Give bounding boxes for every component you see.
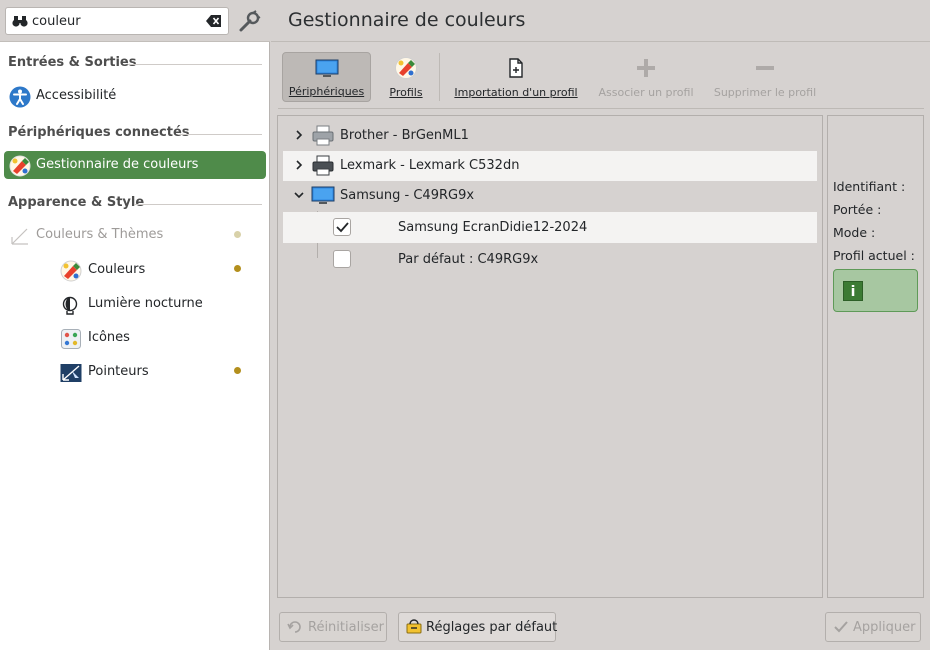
tab-label: Profils [389, 86, 423, 99]
colors-icon [60, 260, 82, 282]
sidebar-item-label: Lumière nocturne [88, 296, 203, 311]
device-tree[interactable]: Brother - BrGenML1 Lexmark - Lexmark C53… [277, 115, 823, 598]
undo-icon [287, 619, 303, 635]
plus-icon [634, 56, 658, 80]
toolbar-divider [278, 108, 924, 109]
id-label: Identifiant : [833, 179, 906, 194]
remove-profile-button[interactable]: Supprimer le profil [713, 52, 817, 102]
sidebar-item-label: Accessibilité [36, 88, 117, 103]
minus-icon [753, 56, 777, 80]
device-name: Brother - BrGenML1 [340, 128, 469, 143]
sidebar-subitem-night-light[interactable]: Lumière nocturne [60, 290, 260, 318]
section-appearance: Apparence & Style [8, 195, 262, 213]
button-label: Importation d'un profil [454, 86, 578, 99]
search-field[interactable] [5, 7, 229, 35]
section-title: Apparence & Style [8, 195, 145, 210]
defaults-button[interactable]: Réglages par défaut [398, 612, 558, 642]
sidebar-subitem-icons[interactable]: Icônes [60, 324, 260, 352]
sidebar-item-label: Pointeurs [88, 364, 149, 379]
button-label: Supprimer le profil [713, 86, 817, 99]
binoculars-icon [12, 14, 28, 32]
monitor-icon [311, 185, 335, 207]
section-connected-devices: Périphériques connectés [8, 125, 262, 143]
tab-label: Périphériques [288, 85, 365, 98]
apply-button[interactable]: Appliquer [825, 612, 921, 642]
monitor-icon [315, 57, 339, 81]
sidebar-item-label: Couleurs [88, 262, 146, 277]
clear-search-icon[interactable] [206, 14, 222, 32]
night-light-icon [60, 294, 82, 316]
page-title: Gestionnaire de couleurs [288, 9, 526, 31]
checkmark-icon [833, 619, 849, 635]
printer-icon [311, 155, 335, 177]
profile-checkbox[interactable] [333, 218, 351, 236]
import-file-icon [504, 56, 528, 80]
sidebar-subitem-colors[interactable]: Couleurs [60, 256, 260, 284]
accessibility-icon [9, 86, 31, 108]
chevron-down-icon[interactable] [293, 189, 305, 201]
restore-defaults-icon [406, 619, 422, 635]
current-profile-label: Profil actuel : [833, 248, 915, 263]
import-profile-button[interactable]: Importation d'un profil [451, 52, 581, 102]
printer-icon [311, 125, 335, 147]
sidebar-item-label: Gestionnaire de couleurs [36, 157, 199, 172]
color-manager-icon [9, 155, 31, 177]
tree-row-device[interactable]: Lexmark - Lexmark C532dn [283, 151, 817, 181]
device-name: Lexmark - Lexmark C532dn [340, 158, 520, 173]
icons-icon [60, 328, 82, 350]
section-title: Périphériques connectés [8, 125, 190, 140]
profile-name: Samsung EcranDidie12-2024 [398, 220, 588, 235]
tree-row-device[interactable]: Brother - BrGenML1 [283, 121, 817, 151]
configure-icon[interactable] [236, 9, 262, 35]
device-info-panel: Identifiant : Portée : Mode : Profil act… [827, 115, 924, 598]
info-icon: i [843, 281, 863, 301]
current-profile-indicator: i [833, 269, 918, 312]
device-name: Samsung - C49RG9x [340, 188, 475, 203]
tree-row-profile[interactable]: Samsung EcranDidie12-2024 [283, 212, 817, 243]
chevron-right-icon[interactable] [293, 129, 305, 141]
search-bar [0, 0, 270, 42]
button-label: Associer un profil [598, 86, 694, 99]
section-input-output: Entrées & Sorties [8, 55, 262, 73]
assign-profile-button[interactable]: Associer un profil [596, 52, 696, 102]
tab-devices[interactable]: Périphériques [282, 52, 371, 102]
sidebar-subitem-cursors[interactable]: Pointeurs [60, 358, 260, 386]
scope-label: Portée : [833, 202, 882, 217]
modified-indicator [234, 231, 241, 238]
profile-checkbox[interactable] [333, 250, 351, 268]
modified-indicator [234, 367, 241, 374]
modified-indicator [234, 265, 241, 272]
sidebar-item-color-manager[interactable]: Gestionnaire de couleurs [4, 151, 266, 179]
tab-profiles[interactable]: Profils [380, 52, 432, 102]
mode-label: Mode : [833, 225, 876, 240]
sidebar-item-accessibility[interactable]: Accessibilité [4, 82, 266, 110]
button-label: Réglages par défaut [426, 620, 558, 635]
cursors-icon [60, 362, 82, 384]
toolbar-separator [439, 53, 440, 101]
reset-button[interactable]: Réinitialiser [279, 612, 387, 642]
sidebar-item-label: Couleurs & Thèmes [36, 227, 164, 242]
title-bar: Gestionnaire de couleurs [271, 0, 930, 42]
sidebar-item-label: Icônes [88, 330, 130, 345]
button-label: Réinitialiser [308, 620, 384, 635]
chevron-right-icon[interactable] [293, 159, 305, 171]
button-label: Appliquer [853, 620, 916, 635]
themes-icon [9, 225, 29, 245]
profile-name: Par défaut : C49RG9x [398, 252, 539, 267]
tree-row-profile[interactable]: Par défaut : C49RG9x [283, 244, 817, 275]
sidebar-item-colors-themes[interactable]: Couleurs & Thèmes [4, 221, 266, 249]
search-input[interactable] [32, 11, 202, 31]
tree-row-device[interactable]: Samsung - C49RG9x [283, 181, 817, 211]
section-title: Entrées & Sorties [8, 55, 137, 70]
profiles-icon [394, 56, 418, 80]
